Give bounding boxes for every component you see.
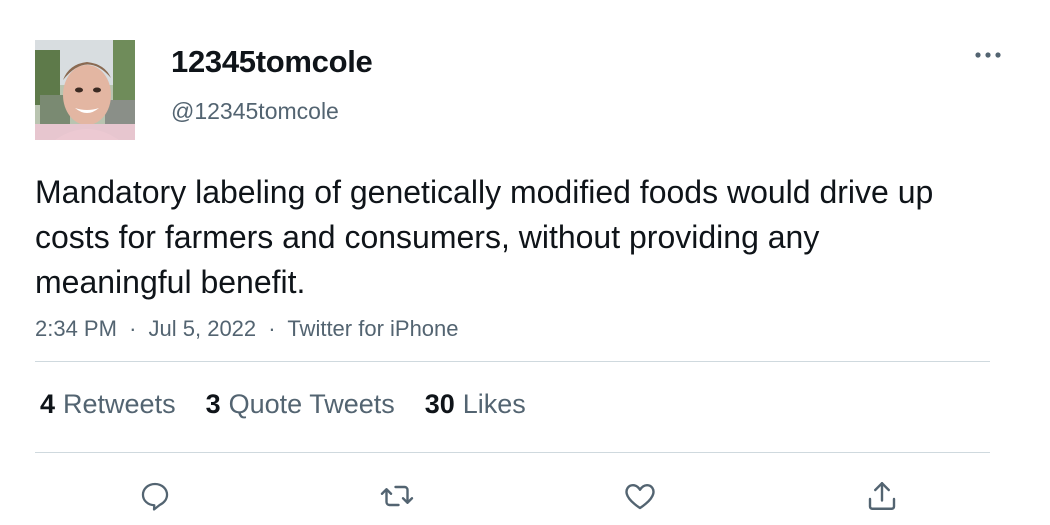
avatar[interactable]	[35, 40, 135, 140]
display-name[interactable]: 12345tomcole	[171, 42, 373, 82]
retweets-stat[interactable]: 4 Retweets	[40, 387, 176, 421]
reply-icon[interactable]	[133, 474, 177, 518]
tweet-meta: 2:34 PM · Jul 5, 2022 · Twitter for iPho…	[35, 314, 459, 344]
user-handle[interactable]: @12345tomcole	[171, 96, 339, 126]
likes-label: Likes	[462, 389, 526, 419]
more-icon[interactable]	[968, 40, 1008, 70]
quote-tweets-stat[interactable]: 3 Quote Tweets	[206, 387, 395, 421]
retweets-label: Retweets	[63, 389, 176, 419]
likes-stat[interactable]: 30 Likes	[425, 387, 526, 421]
meta-separator: ·	[268, 316, 276, 341]
tweet-time[interactable]: 2:34 PM	[35, 316, 117, 341]
tweet-date[interactable]: Jul 5, 2022	[149, 316, 257, 341]
divider	[35, 452, 990, 453]
quote-tweets-label: Quote Tweets	[228, 389, 395, 419]
retweets-count: 4	[40, 389, 56, 419]
tweet-stats: 4 Retweets 3 Quote Tweets 30 Likes	[40, 387, 556, 421]
tweet-actions	[0, 470, 1050, 520]
tweet-source[interactable]: Twitter for iPhone	[287, 316, 458, 341]
divider	[35, 361, 990, 362]
like-icon[interactable]	[618, 474, 662, 518]
share-icon[interactable]	[860, 474, 904, 518]
quote-tweets-count: 3	[205, 389, 221, 419]
meta-separator: ·	[129, 316, 137, 341]
retweet-icon[interactable]	[375, 474, 419, 518]
tweet-text: Mandatory labeling of genetically modifi…	[35, 174, 934, 300]
likes-count: 30	[424, 389, 455, 419]
